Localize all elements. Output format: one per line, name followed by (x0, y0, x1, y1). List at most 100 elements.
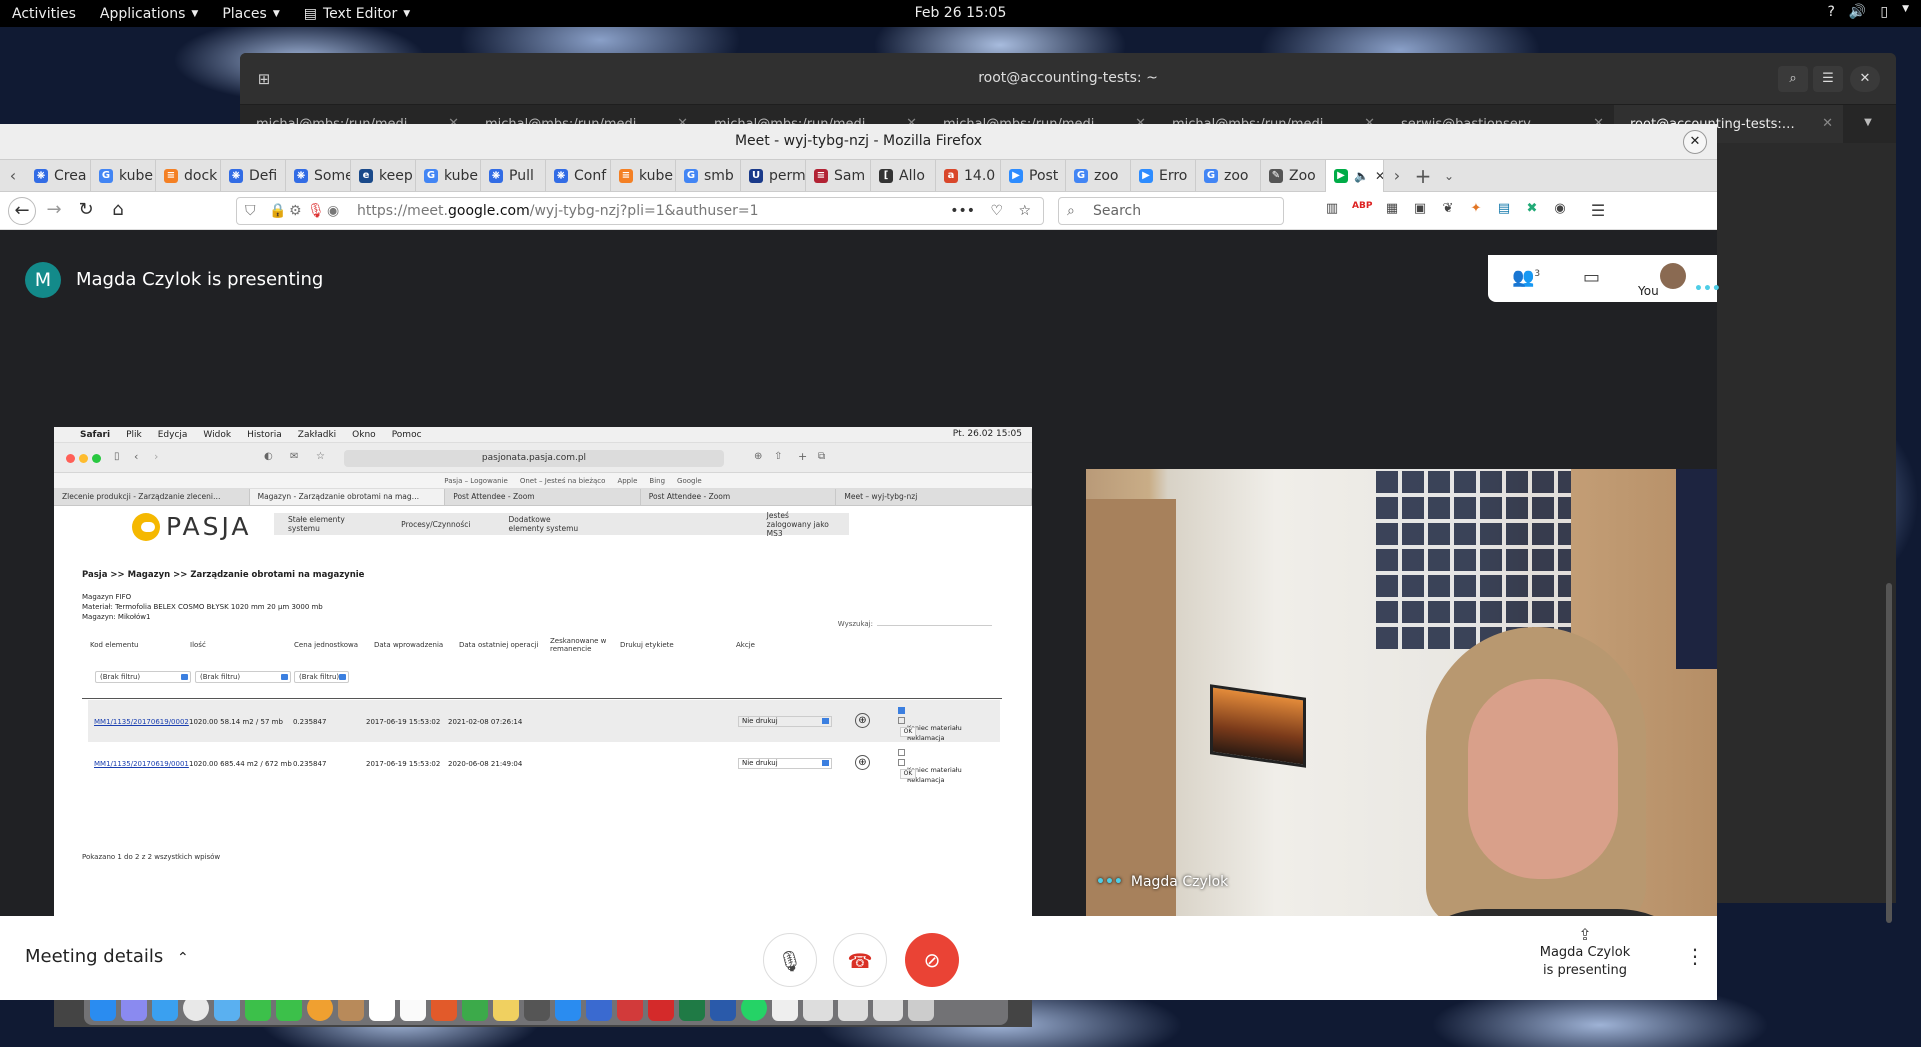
browser-tab[interactable]: Gkube (91, 159, 156, 192)
camera-toggle-button[interactable]: ⊘ (905, 933, 959, 987)
text-editor-menu[interactable]: ▤ Text Editor ▼ (292, 0, 422, 27)
chevron-left-icon[interactable]: ‹ (0, 160, 26, 192)
more-options-icon[interactable]: ••• (1096, 874, 1123, 890)
pocket-icon[interactable]: ♡ (990, 198, 1003, 224)
tab-label: 14.0 (964, 167, 996, 184)
scrollbar[interactable] (1886, 583, 1892, 923)
extension-icon[interactable]: ▦ (1382, 201, 1402, 219)
more-options-icon[interactable]: ••• (1694, 281, 1721, 297)
tab-label: Post (1029, 167, 1059, 184)
volume-icon[interactable]: 🔊 (1849, 4, 1866, 20)
tab-list: ⎈ Crea Gkube ≡ dock ⎈ Defi ⎈ Some e keep Gkube ⎈ Pull… (26, 159, 1326, 192)
meeting-details-button[interactable]: Meeting details ⌃ (25, 946, 189, 967)
present-now-button[interactable]: ⇪ Magda Czylok is presenting (1530, 926, 1640, 980)
gnome-top-bar: Activities Applications ▼ Places ▼ ▤ Text E… (0, 0, 1921, 27)
metamask-icon[interactable]: ✦ (1466, 201, 1486, 219)
pasja-header: PASJA Stałe elementy systemu Procesy/Czy… (54, 507, 1032, 557)
leave-call-button[interactable]: ☎ (833, 933, 887, 987)
battery-icon[interactable]: ▯ (1880, 4, 1888, 20)
close-icon[interactable]: ✕ (1683, 130, 1707, 154)
self-video-thumbnail[interactable] (1660, 263, 1686, 289)
url-text[interactable]: https://meet.google.com/wyj-tybg-nzj?pli… (357, 198, 759, 224)
hamburger-menu-icon[interactable]: ☰ (1588, 201, 1608, 220)
browser-tab[interactable]: e keep (351, 159, 416, 192)
favorites-bar: Pasja – Logowanie Onet – Jesteś na bieżą… (54, 473, 1032, 489)
library-icon[interactable]: ▥ (1322, 201, 1342, 219)
browser-tab[interactable]: ≡ Sam (806, 159, 871, 192)
browser-tab[interactable]: ⎈ Some (286, 159, 351, 192)
present-line-2: is presenting (1542, 963, 1628, 978)
close-icon[interactable]: ✕ (1822, 116, 1833, 131)
chat-icon[interactable]: ▭ (1583, 267, 1600, 288)
close-icon[interactable]: ✕ (1850, 66, 1880, 92)
permissions-icon[interactable]: ⚙ (289, 198, 302, 224)
chevron-right-icon[interactable]: › (1384, 160, 1410, 192)
browser-tab[interactable]: ⎈ Crea (26, 159, 91, 192)
extension-icon[interactable]: ❦ (1438, 201, 1458, 219)
browser-tab[interactable]: ✎ Zoo (1261, 159, 1326, 192)
browser-tab[interactable]: Gsmb (676, 159, 741, 192)
save-icon[interactable]: ▤ (1494, 201, 1514, 219)
browser-tab[interactable]: ⎈ Pull (481, 159, 546, 192)
page-actions-icon[interactable]: ••• (950, 198, 975, 224)
stackoverflow-icon: ≡ (619, 168, 633, 183)
microphone-icon[interactable]: 🎙 (307, 198, 325, 224)
chevron-up-icon: ⌃ (177, 950, 189, 966)
ask-icon: a (944, 168, 958, 183)
browser-tab[interactable]: ▶ Post (1001, 159, 1066, 192)
camera-icon[interactable]: ◉ (327, 198, 339, 224)
home-icon[interactable]: ⌂ (106, 199, 130, 220)
close-icon[interactable]: ✕ (1375, 169, 1383, 183)
forward-icon[interactable]: → (42, 199, 66, 220)
kubernetes-icon: ⎈ (294, 168, 308, 183)
shield-icon[interactable]: ⛉ (245, 198, 256, 224)
meet-control-bar: Meeting details ⌃ 🎙 ☎ ⊘ ⇪ Magda Czylok i… (0, 916, 1717, 1000)
browser-tab[interactable]: ⎈ Conf (546, 159, 611, 192)
account-icon[interactable]: ◉ (1550, 201, 1570, 219)
help-icon[interactable]: ? (1827, 4, 1834, 20)
extension-icon[interactable]: ✖ (1522, 201, 1542, 219)
kubernetes-icon: ⎈ (229, 168, 243, 183)
search-icon[interactable]: ⌕ (1778, 66, 1808, 92)
browser-tab[interactable]: Gzoo (1196, 159, 1261, 192)
window-title: Meet - wyj-tybg-nzj - Mozilla Firefox (734, 133, 983, 149)
chevron-down-icon[interactable]: ▼ (1902, 4, 1909, 20)
url-bar[interactable]: ⛉ 🔒 ⚙ 🎙 ◉ https://meet.google.com/wyj-ty… (236, 197, 1044, 225)
participants-icon[interactable]: 👥3 (1512, 267, 1540, 288)
browser-tab[interactable]: ▶ Erro (1131, 159, 1196, 192)
filter-select: (Brak filtru) (195, 671, 291, 683)
system-tray[interactable]: ? 🔊 ▯ ▼ (1827, 4, 1909, 20)
text-editor-label: Text Editor (323, 5, 398, 22)
browser-tab[interactable]: ≡ dock (156, 159, 221, 192)
chevron-down-icon[interactable]: ▼ (1843, 105, 1893, 143)
back-icon[interactable]: ← (8, 197, 36, 225)
tab-label: Defi (249, 167, 278, 184)
browser-tab[interactable]: a 14.0 (936, 159, 1001, 192)
browser-tab[interactable]: Gkube (416, 159, 481, 192)
more-options-icon[interactable]: ⋮ (1685, 944, 1705, 968)
reader-icon[interactable]: ▣ (1410, 201, 1430, 219)
tab-list-chevron-icon[interactable]: ⌄ (1436, 160, 1462, 192)
tab-meet-active[interactable]: ▶ 🔈 ✕ (1326, 159, 1384, 192)
lock-icon[interactable]: 🔒 (269, 198, 286, 224)
adblock-icon[interactable]: ABP (1352, 201, 1372, 219)
browser-tab[interactable]: Gzoo (1066, 159, 1131, 192)
new-tab-icon[interactable]: + (1410, 160, 1436, 192)
microphone-button[interactable]: 🎙 (763, 933, 817, 987)
reload-icon[interactable]: ↻ (74, 199, 98, 220)
activities-button[interactable]: Activities (0, 0, 88, 27)
applications-menu[interactable]: Applications ▼ (88, 0, 210, 27)
places-menu[interactable]: Places ▼ (210, 0, 291, 27)
menu-icon[interactable]: ☰ (1813, 66, 1843, 92)
complaint-checkbox: Reklamacja (898, 758, 944, 784)
browser-tab[interactable]: [Allo (871, 159, 936, 192)
search-input[interactable]: ⌕ Search (1058, 197, 1284, 225)
date-last: 2020-06-08 21:49:04 (448, 760, 523, 768)
bookmark-star-icon[interactable]: ☆ (1018, 198, 1031, 224)
browser-tab[interactable]: Uperm (741, 159, 806, 192)
filter-select: (Brak filtru) (294, 671, 349, 683)
unit-price: 0.235847 (293, 718, 327, 726)
browser-tab[interactable]: ≡ kube (611, 159, 676, 192)
browser-tab[interactable]: ⎈ Defi (221, 159, 286, 192)
tab-label: keep (379, 167, 413, 184)
